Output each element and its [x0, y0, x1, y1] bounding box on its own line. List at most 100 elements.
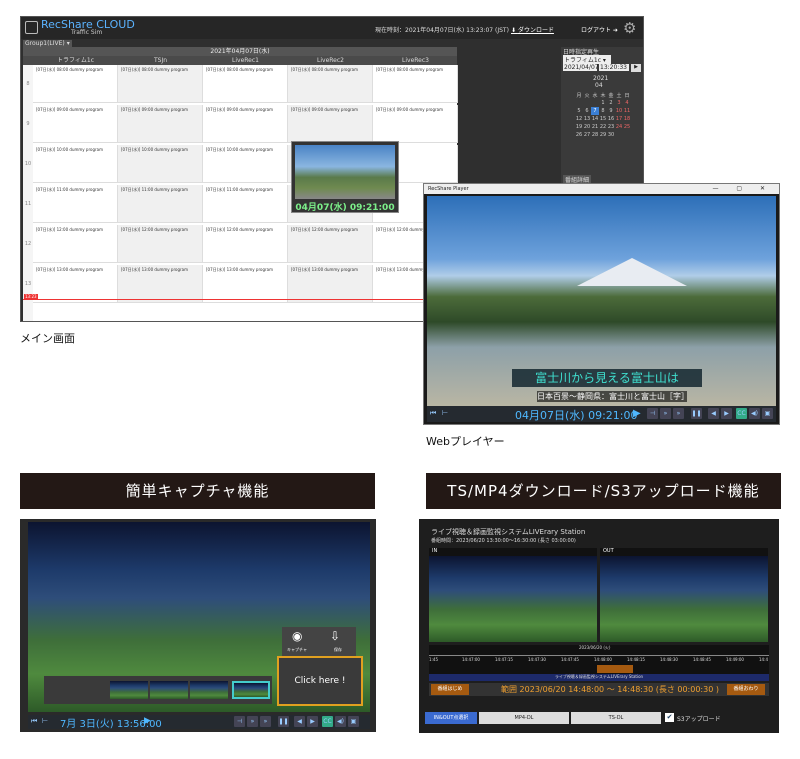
cal-day[interactable]: 9	[607, 107, 615, 115]
program-cell[interactable]: [07日(水)] 12:00 dummy program	[288, 225, 373, 263]
fullscreen-icon[interactable]: ▣	[762, 408, 773, 419]
mp4-download-button[interactable]: MP4-DL	[479, 712, 569, 724]
program-cell[interactable]: [07日(水)] 08:00 dummy program	[118, 65, 203, 103]
program-cell[interactable]: [07日(水)] 09:00 dummy program	[33, 105, 118, 143]
program-cell[interactable]: [07日(水)] 09:00 dummy program	[288, 105, 373, 143]
click-here-box[interactable]: Click here !	[277, 656, 363, 706]
mark-in-icon[interactable]: ⊢	[442, 409, 448, 417]
cal-day[interactable]: 2	[607, 99, 615, 107]
skip-5s-icon[interactable]: »	[247, 716, 258, 727]
camera-icon[interactable]: ◉	[292, 629, 302, 643]
gear-icon[interactable]: ⚙	[623, 19, 636, 37]
cal-day[interactable]: 17	[615, 115, 623, 123]
closed-caption-icon[interactable]: CC	[736, 408, 747, 419]
cal-day[interactable]: 30	[607, 131, 615, 139]
next-frame-icon[interactable]: ▶	[307, 716, 318, 727]
mark-out-icon[interactable]: ⊣	[647, 408, 658, 419]
thumbnail[interactable]	[150, 681, 188, 699]
program-cell[interactable]: [07日(水)] 12:00 dummy program	[203, 225, 288, 263]
thumbnail[interactable]	[110, 681, 148, 699]
closed-caption-icon[interactable]: CC	[322, 716, 333, 727]
program-cell[interactable]: [07日(水)] 09:00 dummy program	[203, 105, 288, 143]
cal-day[interactable]: 6	[583, 107, 591, 115]
thumbnail[interactable]	[190, 681, 228, 699]
prev-frame-icon[interactable]: ◀	[708, 408, 719, 419]
program-cell[interactable]: [07日(水)] 11:00 dummy program	[118, 185, 203, 223]
program-cell[interactable]: [07日(水)] 13:00 dummy program	[203, 265, 288, 303]
timeline[interactable]: 2023/06/20 (火) 1:45 14:47:00 14:47:15 14:47…	[429, 645, 769, 681]
logout-button[interactable]: ログアウト ➜	[581, 25, 618, 34]
time-input[interactable]: 13:20:33	[599, 64, 629, 71]
date-input[interactable]: 2021/04/07	[563, 64, 599, 71]
cal-day[interactable]: 4	[623, 99, 631, 107]
cal-day[interactable]: 18	[623, 115, 631, 123]
cal-day[interactable]: 3	[615, 99, 623, 107]
inout-select-button[interactable]: IN&OUT点選択	[425, 712, 477, 724]
program-cell[interactable]: [07日(水)] 09:00 dummy program	[373, 105, 458, 143]
range-highlight[interactable]	[597, 665, 633, 673]
cal-day[interactable]: 19	[575, 123, 583, 131]
mark-out-icon[interactable]: ⊣	[234, 716, 245, 727]
download-link[interactable]: ⬇ ダウンロード	[511, 25, 554, 34]
cal-day[interactable]: 28	[591, 131, 599, 139]
cal-day[interactable]: 24	[615, 123, 623, 131]
window-controls[interactable]: — ▢ ✕	[712, 184, 773, 194]
program-cell[interactable]: [07日(水)] 08:00 dummy program	[203, 65, 288, 103]
play-icon[interactable]: ▶	[144, 716, 151, 726]
cal-day[interactable]: 21	[591, 123, 599, 131]
program-cell[interactable]: [07日(水)] 08:00 dummy program	[33, 65, 118, 103]
ts-download-button[interactable]: TS-DL	[571, 712, 661, 724]
skip-start-icon[interactable]: ⏮	[430, 409, 436, 418]
cal-day[interactable]: 25	[623, 123, 631, 131]
cal-day[interactable]: 7	[591, 107, 599, 115]
program-cell[interactable]: [07日(水)] 12:00 dummy program	[118, 225, 203, 263]
program-cell[interactable]: [07日(水)] 10:00 dummy program	[203, 145, 288, 183]
group-select[interactable]: Group1(LIVE) ▾	[23, 40, 72, 47]
program-cell[interactable]: [07日(水)] 08:00 dummy program	[288, 65, 373, 103]
program-cell[interactable]: [07日(水)] 10:00 dummy program	[33, 145, 118, 183]
program-cell[interactable]: [07日(水)] 12:00 dummy program	[33, 225, 118, 263]
play-button[interactable]: ▶	[631, 64, 641, 72]
cal-day[interactable]: 15	[599, 115, 607, 123]
pause-icon[interactable]: ❚❚	[691, 408, 702, 419]
cal-day[interactable]: 16	[607, 115, 615, 123]
fullscreen-icon[interactable]: ▣	[348, 716, 359, 727]
save-icon[interactable]: ⇩	[330, 629, 340, 643]
program-end-button[interactable]: 番組おわり	[727, 684, 765, 695]
cal-day[interactable]: 14	[591, 115, 599, 123]
skip-15s-icon[interactable]: »	[260, 716, 271, 727]
program-cell[interactable]: [07日(水)] 13:00 dummy program	[288, 265, 373, 303]
cal-day[interactable]: 5	[575, 107, 583, 115]
cal-day[interactable]: 8	[599, 107, 607, 115]
program-cell[interactable]: [07日(水)] 11:00 dummy program	[203, 185, 288, 223]
program-cell[interactable]: [07日(水)] 09:00 dummy program	[118, 105, 203, 143]
skip-5s-icon[interactable]: »	[660, 408, 671, 419]
cal-day[interactable]: 23	[607, 123, 615, 131]
channel-select[interactable]: トラフィム1c ▾	[563, 55, 611, 64]
cal-day[interactable]: 27	[583, 131, 591, 139]
cal-day[interactable]: 20	[583, 123, 591, 131]
cal-day[interactable]: 12	[575, 115, 583, 123]
next-frame-icon[interactable]: ▶	[721, 408, 732, 419]
cal-day[interactable]: 22	[599, 123, 607, 131]
cal-day[interactable]: 26	[575, 131, 583, 139]
play-icon[interactable]: ▶	[633, 408, 641, 419]
program-cell[interactable]: [07日(水)] 11:00 dummy program	[33, 185, 118, 223]
program-cell[interactable]: [07日(水)] 08:00 dummy program	[373, 65, 458, 103]
cal-day[interactable]: 10	[615, 107, 623, 115]
volume-icon[interactable]: ◀)	[749, 408, 760, 419]
volume-icon[interactable]: ◀)	[335, 716, 346, 727]
program-cell[interactable]: [07日(水)] 13:00 dummy program	[33, 265, 118, 303]
s3-checkbox[interactable]: ✔	[665, 713, 674, 722]
program-cell[interactable]: [07日(水)] 10:00 dummy program	[118, 145, 203, 183]
skip-15s-icon[interactable]: »	[673, 408, 684, 419]
cal-day[interactable]: 13	[583, 115, 591, 123]
cal-day[interactable]: 11	[623, 107, 631, 115]
cal-day[interactable]: 1	[599, 99, 607, 107]
thumbnail-selected[interactable]	[232, 681, 270, 699]
pause-icon[interactable]: ❚❚	[278, 716, 289, 727]
cal-day[interactable]: 29	[599, 131, 607, 139]
mark-in-icon[interactable]: ⊢	[42, 717, 48, 725]
program-cell[interactable]: [07日(水)] 13:00 dummy program	[118, 265, 203, 303]
program-start-button[interactable]: 番組はじめ	[431, 684, 469, 695]
